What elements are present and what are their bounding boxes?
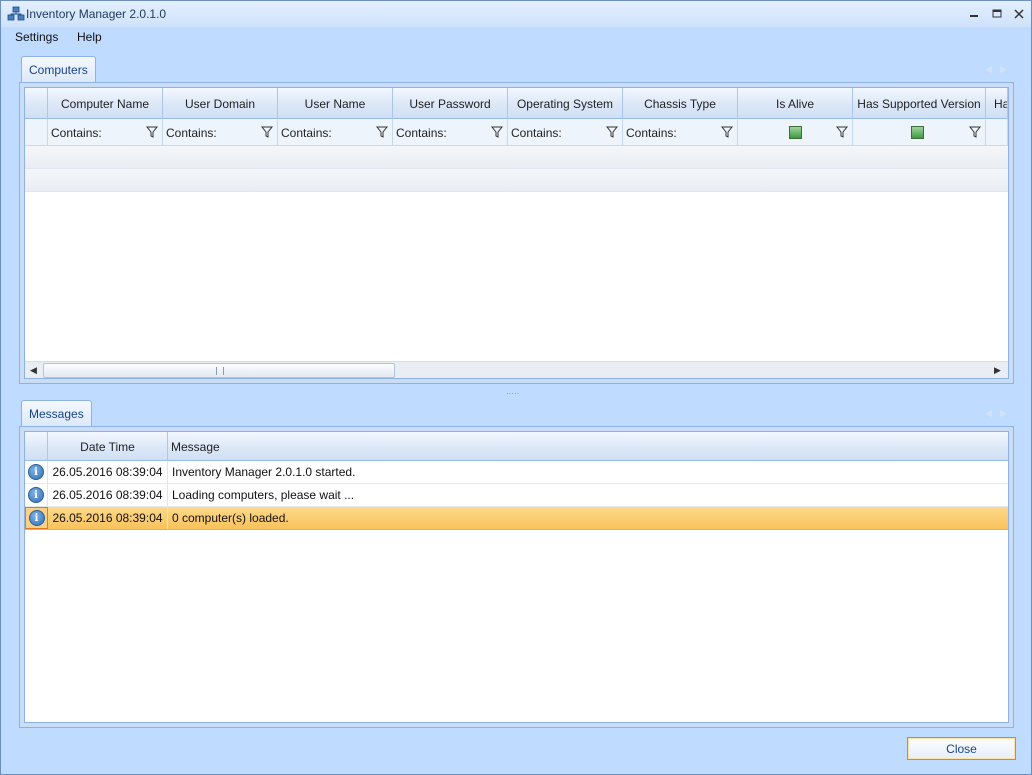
tab-scroll-arrows: ◀▶: [985, 408, 1015, 418]
filter-operator-label: Contains:: [166, 125, 217, 140]
column-header-truncated[interactable]: Ha: [986, 88, 1008, 119]
filter-checkbox[interactable]: [789, 126, 802, 139]
filter-user-domain[interactable]: Contains:: [163, 119, 278, 146]
filter-row-indicator: [25, 119, 48, 146]
close-icon: [1014, 9, 1024, 19]
message-datetime: 26.05.2016 08:39:04: [48, 461, 168, 483]
column-header-date-time[interactable]: Date Time: [48, 432, 168, 461]
messages-grid: Date Time Message i 26.05.2016 08:39:04 In…: [24, 431, 1009, 723]
horizontal-scrollbar[interactable]: ◀ ▶: [25, 361, 1008, 378]
filter-operator-label: Contains:: [281, 125, 332, 140]
close-button-label: Close: [946, 741, 977, 756]
column-header-has-supported-version[interactable]: Has Supported Version: [853, 88, 986, 119]
minimize-button[interactable]: [964, 5, 984, 23]
filter-funnel-icon[interactable]: [376, 126, 388, 138]
filter-funnel-icon[interactable]: [836, 126, 848, 138]
scrollbar-thumb[interactable]: [43, 363, 395, 378]
main-window: Inventory Manager 2.0.1.0 Settings Help …: [0, 0, 1032, 775]
column-header-user-password[interactable]: User Password: [393, 88, 508, 119]
filter-chassis-type[interactable]: Contains:: [623, 119, 738, 146]
app-logo-icon: [7, 6, 25, 21]
row-indicator[interactable]: i: [25, 461, 48, 483]
minimize-icon: [970, 15, 978, 17]
scroll-left-icon[interactable]: ◀: [30, 365, 37, 376]
column-header-is-alive[interactable]: Is Alive: [738, 88, 853, 119]
message-text: 0 computer(s) loaded.: [172, 511, 289, 525]
info-icon: i: [28, 510, 45, 526]
row-indicator[interactable]: i: [25, 507, 48, 529]
maximize-button[interactable]: [987, 5, 1007, 23]
grid-empty-row: [25, 169, 1008, 192]
message-datetime: 26.05.2016 08:39:04: [48, 507, 168, 529]
column-header-message[interactable]: Message: [168, 432, 1008, 461]
filter-funnel-icon[interactable]: [969, 126, 981, 138]
filter-operator-label: Contains:: [511, 125, 562, 140]
tab-messages[interactable]: Messages: [21, 400, 92, 427]
row-indicator-header: [25, 432, 48, 461]
column-header-user-domain[interactable]: User Domain: [163, 88, 278, 119]
message-text: Loading computers, please wait ...: [172, 488, 355, 502]
filter-funnel-icon[interactable]: [146, 126, 158, 138]
title-bar: Inventory Manager 2.0.1.0: [1, 1, 1031, 27]
column-header-computer-name[interactable]: Computer Name: [48, 88, 163, 119]
maximize-icon: [992, 9, 1002, 18]
filter-computer-name[interactable]: Contains:: [48, 119, 163, 146]
info-icon: i: [28, 464, 44, 480]
row-indicator-header: [25, 88, 48, 119]
message-datetime: 26.05.2016 08:39:04: [48, 484, 168, 506]
row-indicator[interactable]: i: [25, 484, 48, 506]
filter-operator-label: Contains:: [51, 125, 102, 140]
filter-user-password[interactable]: Contains:: [393, 119, 508, 146]
menu-settings[interactable]: Settings: [15, 30, 58, 44]
filter-funnel-icon[interactable]: [491, 126, 503, 138]
tab-computers-label: Computers: [29, 63, 88, 77]
filter-checkbox[interactable]: [911, 126, 924, 139]
filter-funnel-icon[interactable]: [721, 126, 733, 138]
tab-messages-label: Messages: [29, 407, 84, 421]
message-row[interactable]: i 26.05.2016 08:39:04 Loading computers, p…: [25, 484, 1008, 507]
messages-panel: Date Time Message i 26.05.2016 08:39:04 In…: [19, 426, 1014, 728]
column-header-operating-system[interactable]: Operating System: [508, 88, 623, 119]
filter-funnel-icon[interactable]: [261, 126, 273, 138]
window-title: Inventory Manager 2.0.1.0: [26, 7, 167, 21]
close-window-button[interactable]: [1009, 5, 1029, 23]
close-button[interactable]: Close: [907, 737, 1016, 760]
menu-help[interactable]: Help: [77, 30, 102, 44]
info-icon: i: [28, 487, 44, 503]
filter-funnel-icon[interactable]: [606, 126, 618, 138]
messages-grid-header: Date Time Message: [25, 432, 1008, 461]
computers-panel: Computer Name User Domain User Name User…: [19, 82, 1014, 384]
tab-computers[interactable]: Computers: [21, 56, 96, 83]
filter-operating-system[interactable]: Contains:: [508, 119, 623, 146]
grid-empty-row: [25, 146, 1008, 169]
computers-filter-row: Contains: Contains: Contains: Contains: …: [25, 119, 1008, 146]
filter-is-alive[interactable]: [738, 119, 853, 146]
filter-user-name[interactable]: Contains:: [278, 119, 393, 146]
menu-bar: Settings Help: [1, 27, 1031, 47]
computers-grid: Computer Name User Domain User Name User…: [24, 87, 1009, 379]
column-header-user-name[interactable]: User Name: [278, 88, 393, 119]
filter-operator-label: Contains:: [626, 125, 677, 140]
column-header-chassis-type[interactable]: Chassis Type: [623, 88, 738, 119]
tab-scroll-arrows: ◀▶: [985, 64, 1015, 74]
message-text: Inventory Manager 2.0.1.0 started.: [172, 465, 356, 479]
scroll-right-icon[interactable]: ▶: [994, 365, 1001, 376]
filter-operator-label: Contains:: [396, 125, 447, 140]
filter-truncated[interactable]: [986, 119, 1008, 146]
scroll-grip-icon: [216, 367, 224, 375]
computers-grid-header: Computer Name User Domain User Name User…: [25, 88, 1008, 119]
message-row[interactable]: i 26.05.2016 08:39:04 0 computer(s) loaded…: [25, 507, 1008, 530]
panel-splitter[interactable]: ·····: [506, 389, 519, 398]
filter-has-supported-version[interactable]: [853, 119, 986, 146]
message-row[interactable]: i 26.05.2016 08:39:04 Inventory Manager 2.…: [25, 461, 1008, 484]
